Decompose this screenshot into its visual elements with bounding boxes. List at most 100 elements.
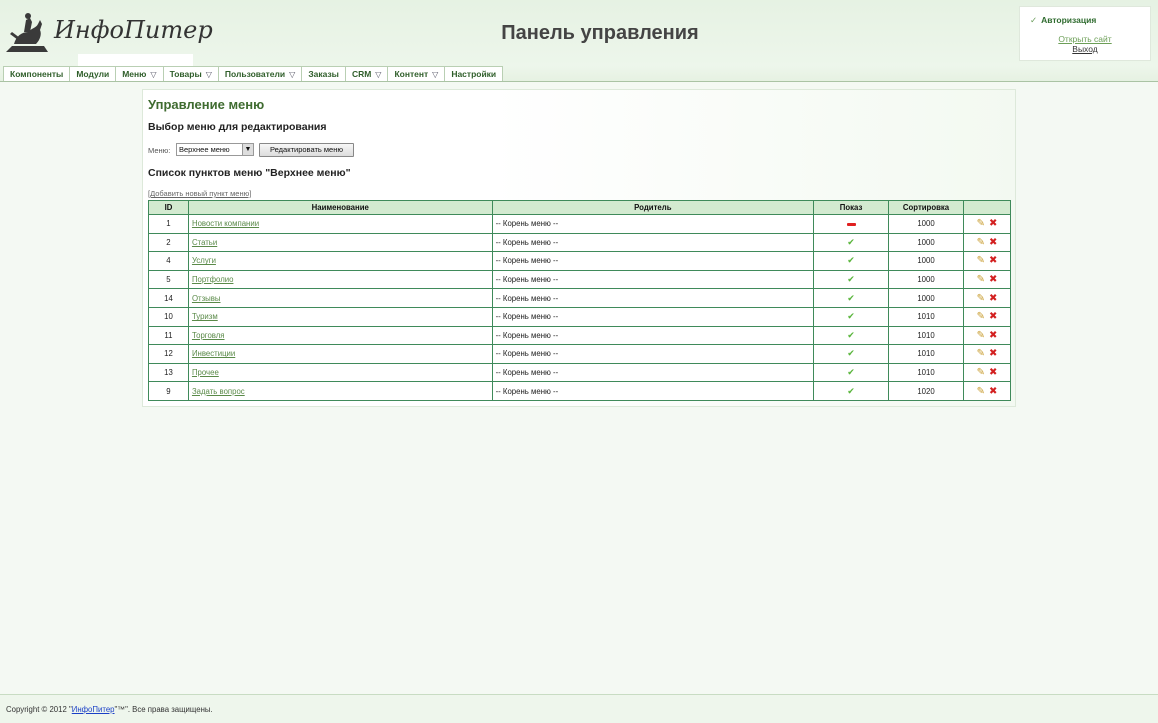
row-name-link[interactable]: Портфолио [192,275,234,284]
check-icon[interactable]: ✔ [847,311,855,321]
col-parent-header: Родитель [491,200,815,215]
logo[interactable]: ИнфоПитер [4,10,213,67]
row-visibility[interactable]: ✔ [813,269,890,290]
delete-icon[interactable]: ✖ [989,255,997,266]
row-name-cell: Отзывы [187,288,493,308]
check-icon[interactable]: ✔ [847,367,855,377]
row-name-link[interactable]: Туризм [192,312,218,321]
chevron-down-icon[interactable]: ▽ [150,68,156,81]
row-actions: ✎ ✖ [962,232,1012,253]
row-name-link[interactable]: Новости компании [192,219,259,228]
nav-item[interactable]: Контент ▽ [388,66,446,81]
row-name-link[interactable]: Задать вопрос [192,387,245,396]
delete-icon[interactable]: ✖ [989,386,997,397]
row-visibility[interactable]: ✔ [813,344,890,364]
nav-item[interactable]: Товары ▽ [163,66,219,81]
delete-icon[interactable]: ✖ [989,218,997,229]
pencil-icon[interactable]: ✎ [977,386,985,397]
row-visibility[interactable]: ✔ [813,362,890,383]
row-sort: 1000 [888,232,964,253]
nav-item[interactable]: CRM ▽ [345,66,389,81]
nav-item-label: Настройки [451,68,497,79]
row-id: 13 [148,362,189,383]
nav-item[interactable]: Компоненты [3,66,71,81]
delete-icon[interactable]: ✖ [989,311,997,322]
pencil-icon[interactable]: ✎ [977,255,985,266]
table-row: 11 Торговля -- Корень меню -- ✔ 1010 ✎ ✖ [148,325,1012,346]
pencil-icon[interactable]: ✎ [977,237,985,248]
nav-item-label: Заказы [308,68,339,79]
pencil-icon[interactable]: ✎ [977,274,985,285]
check-icon: ✓ [1030,15,1038,25]
delete-icon[interactable]: ✖ [989,348,997,359]
table-row: 14 Отзывы -- Корень меню -- ✔ 1000 ✎ ✖ [148,288,1012,308]
delete-icon[interactable]: ✖ [989,367,997,378]
nav-item-label: Товары [169,68,202,79]
menu-select-value: Верхнее меню [179,145,230,154]
chevron-down-icon[interactable]: ▽ [206,68,212,81]
pencil-icon[interactable]: ✎ [977,311,985,322]
pencil-icon[interactable]: ✎ [977,330,985,341]
edit-menu-button[interactable]: Редактировать меню [259,143,354,157]
table-row: 5 Портфолио -- Корень меню -- ✔ 1000 ✎ ✖ [148,269,1012,290]
row-name-cell: Новости компании [187,214,493,234]
delete-icon[interactable]: ✖ [989,274,997,285]
section-title: Управление меню [148,97,265,112]
menu-select[interactable]: Верхнее меню ▼ [176,143,254,156]
row-name-link[interactable]: Прочее [192,368,219,377]
row-visibility[interactable]: ✔ [813,288,890,308]
row-sort: 1000 [888,288,964,308]
delete-icon[interactable]: ✖ [989,237,997,248]
row-name-link[interactable]: Торговля [192,331,225,340]
nav-item-label: Пользователи [224,68,286,79]
check-icon[interactable]: ✔ [847,293,855,303]
check-icon[interactable]: ✔ [847,274,855,284]
nav-item[interactable]: Настройки [445,66,504,81]
row-name-link[interactable]: Отзывы [192,294,221,303]
chevron-down-icon[interactable]: ▽ [289,68,295,81]
copyright-link[interactable]: ИнфоПитер [72,705,115,714]
pencil-icon[interactable]: ✎ [977,293,985,304]
pencil-icon[interactable]: ✎ [977,218,985,229]
nav-item-label: CRM [351,68,372,79]
row-name-cell: Задать вопрос [187,381,493,401]
nav-item[interactable]: Пользователи ▽ [218,66,303,81]
table-row: 1 Новости компании -- Корень меню -- 1000 ✎ ✖ [148,214,1012,234]
row-name-link[interactable]: Услуги [192,256,216,265]
check-icon[interactable]: ✔ [847,255,855,265]
delete-icon[interactable]: ✖ [989,330,997,341]
check-icon[interactable]: ✔ [847,348,855,358]
logout-link[interactable]: Выход [1020,44,1150,54]
check-icon[interactable]: ✔ [847,330,855,340]
row-id: 10 [148,306,189,327]
delete-icon[interactable]: ✖ [989,293,997,304]
minus-icon[interactable] [846,222,856,226]
check-icon[interactable]: ✔ [847,386,855,396]
row-visibility[interactable]: ✔ [813,232,890,253]
pencil-icon[interactable]: ✎ [977,367,985,378]
row-id: 4 [148,251,189,271]
chevron-down-icon[interactable]: ▽ [375,68,381,81]
add-menu-item-link[interactable]: [Добавить новый пункт меню] [148,189,251,198]
table-row: 2 Статьи -- Корень меню -- ✔ 1000 ✎ ✖ [148,232,1012,253]
row-id: 11 [148,325,189,346]
row-actions: ✎ ✖ [962,325,1012,346]
table-row: 9 Задать вопрос -- Корень меню -- ✔ 1020 ✎ ✖ [148,381,1012,401]
chevron-down-icon[interactable]: ▽ [432,68,438,81]
nav-item[interactable]: Заказы [302,66,346,81]
row-visibility[interactable]: ✔ [813,306,890,327]
row-sort: 1000 [888,269,964,290]
nav-item[interactable]: Меню ▽ [116,66,164,81]
open-site-link[interactable]: Открыть сайт [1020,34,1150,44]
nav-item[interactable]: Модули [70,66,117,81]
row-visibility[interactable]: ✔ [813,251,890,271]
row-name-link[interactable]: Статьи [192,238,217,247]
chevron-down-icon[interactable]: ▼ [242,144,253,155]
row-actions: ✎ ✖ [962,306,1012,327]
row-name-link[interactable]: Инвестиции [192,349,235,358]
row-visibility[interactable] [813,214,890,234]
pencil-icon[interactable]: ✎ [977,348,985,359]
check-icon[interactable]: ✔ [847,237,855,247]
row-visibility[interactable]: ✔ [813,325,890,346]
row-visibility[interactable]: ✔ [813,381,890,401]
